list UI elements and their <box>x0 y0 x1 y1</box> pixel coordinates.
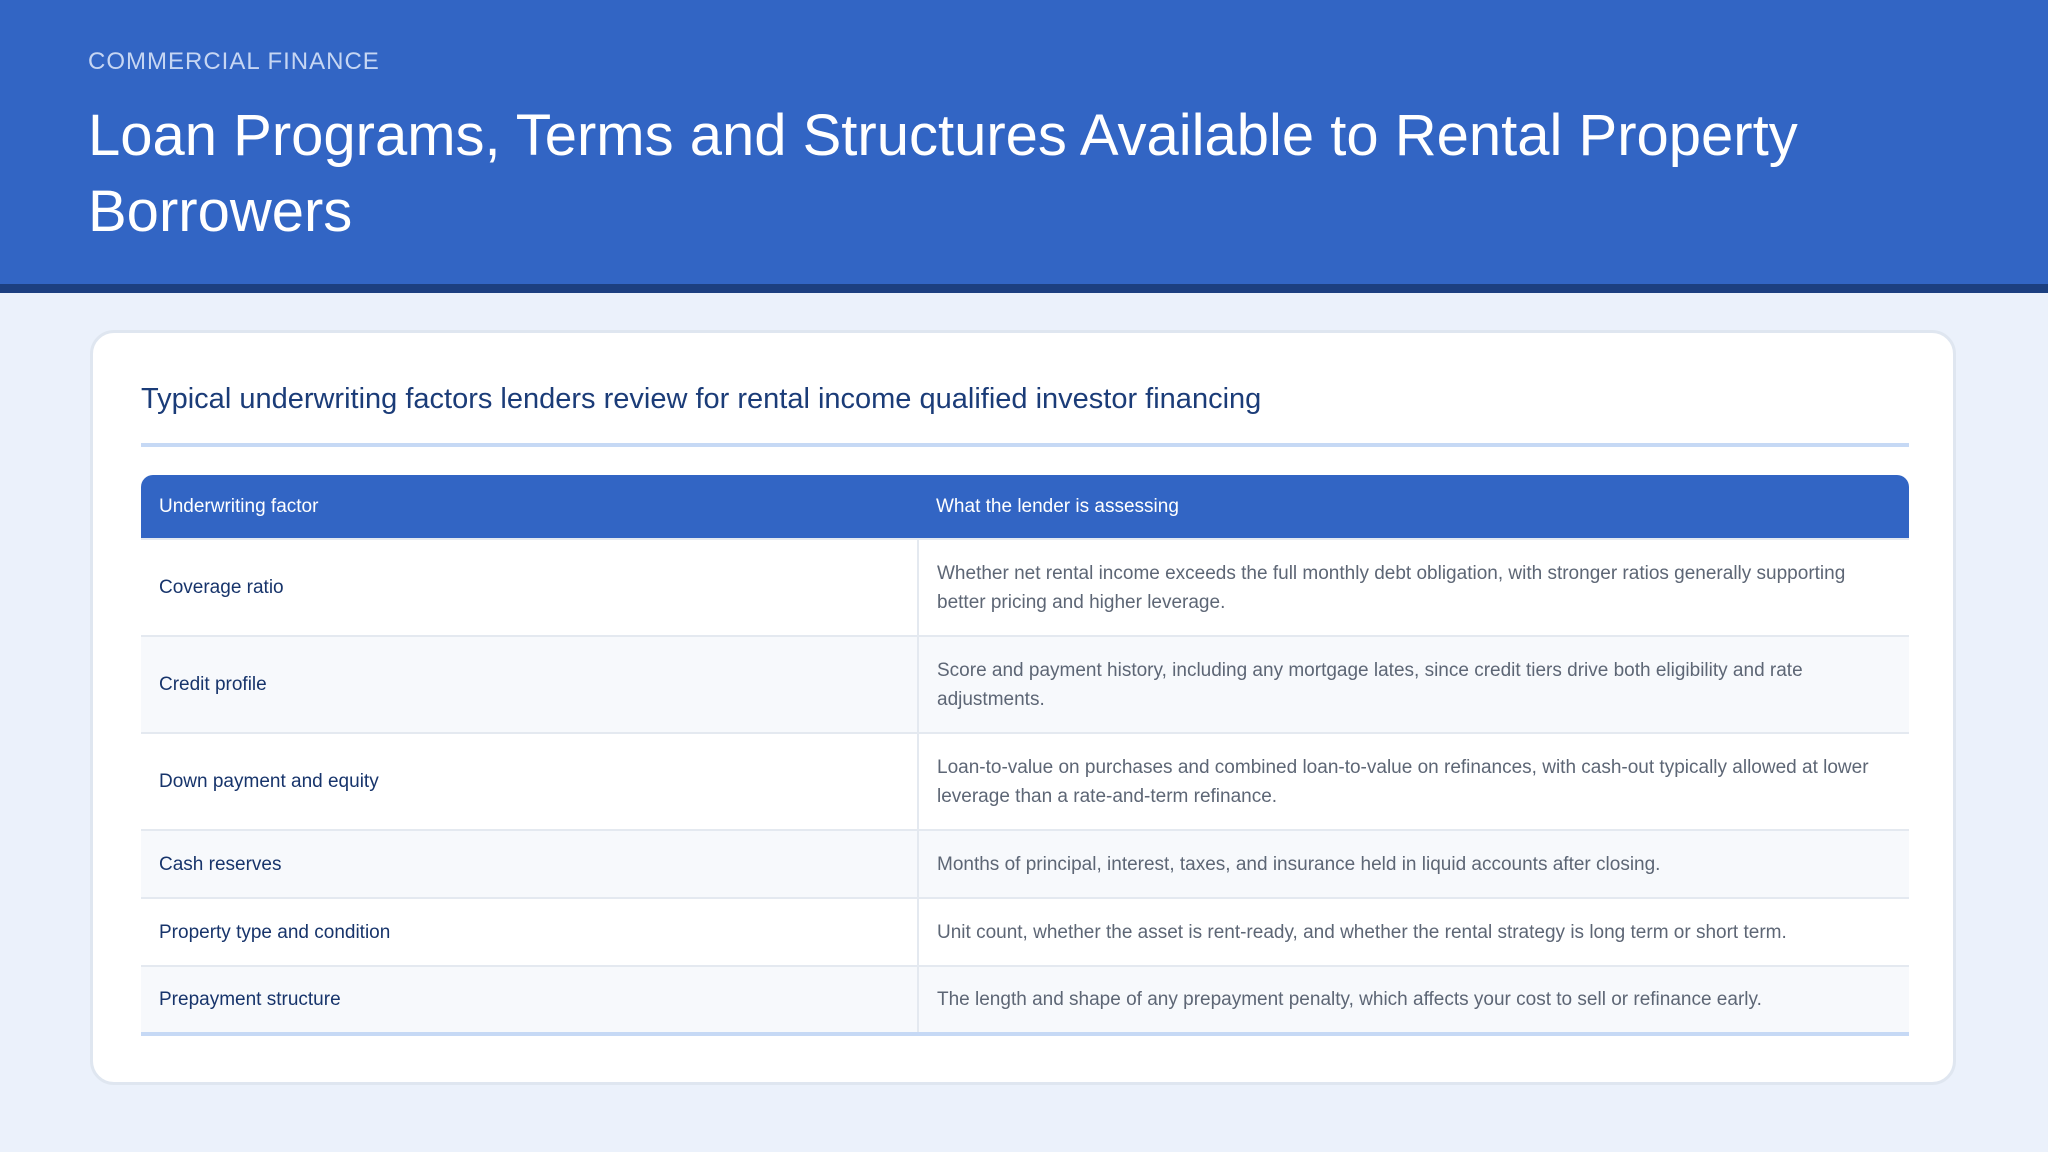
section-eyebrow: COMMERCIAL FINANCE <box>88 48 380 75</box>
row-factor: Down payment and equity <box>141 732 919 830</box>
row-assessment: Whether net rental income exceeds the fu… <box>918 538 1909 636</box>
row-assessment: Loan-to-value on purchases and combined … <box>918 732 1909 830</box>
page-header: COMMERCIAL FINANCE Loan Programs, Terms … <box>0 0 2048 293</box>
title-divider <box>141 443 1909 447</box>
row-assessment: The length and shape of any prepayment p… <box>918 965 1909 1036</box>
row-assessment: Score and payment history, including any… <box>918 635 1909 733</box>
table-row: Coverage ratio Whether net rental income… <box>141 538 1909 636</box>
table-row: Credit profile Score and payment history… <box>141 635 1909 733</box>
card-title: Typical underwriting factors lenders rev… <box>141 383 1262 415</box>
table-header-row: Underwriting factor What the lender is a… <box>141 475 1909 539</box>
row-assessment: Months of principal, interest, taxes, an… <box>918 829 1909 898</box>
table-row: Down payment and equity Loan-to-value on… <box>141 732 1909 830</box>
underwriting-table: Underwriting factor What the lender is a… <box>141 475 1909 1036</box>
page-title: Loan Programs, Terms and Structures Avai… <box>88 103 1798 244</box>
table-row: Cash reserves Months of principal, inter… <box>141 829 1909 898</box>
column-header-factor: Underwriting factor <box>141 475 918 539</box>
row-factor: Cash reserves <box>141 829 919 898</box>
column-header-assessment: What the lender is assessing <box>918 475 1909 539</box>
row-assessment: Unit count, whether the asset is rent-re… <box>918 897 1909 966</box>
row-factor: Coverage ratio <box>141 538 919 636</box>
content-card: Typical underwriting factors lenders rev… <box>90 330 1956 1085</box>
table-row: Prepayment structure The length and shap… <box>141 965 1909 1036</box>
row-factor: Credit profile <box>141 635 919 733</box>
row-factor: Property type and condition <box>141 897 919 966</box>
table-row: Property type and condition Unit count, … <box>141 897 1909 966</box>
row-factor: Prepayment structure <box>141 965 919 1036</box>
